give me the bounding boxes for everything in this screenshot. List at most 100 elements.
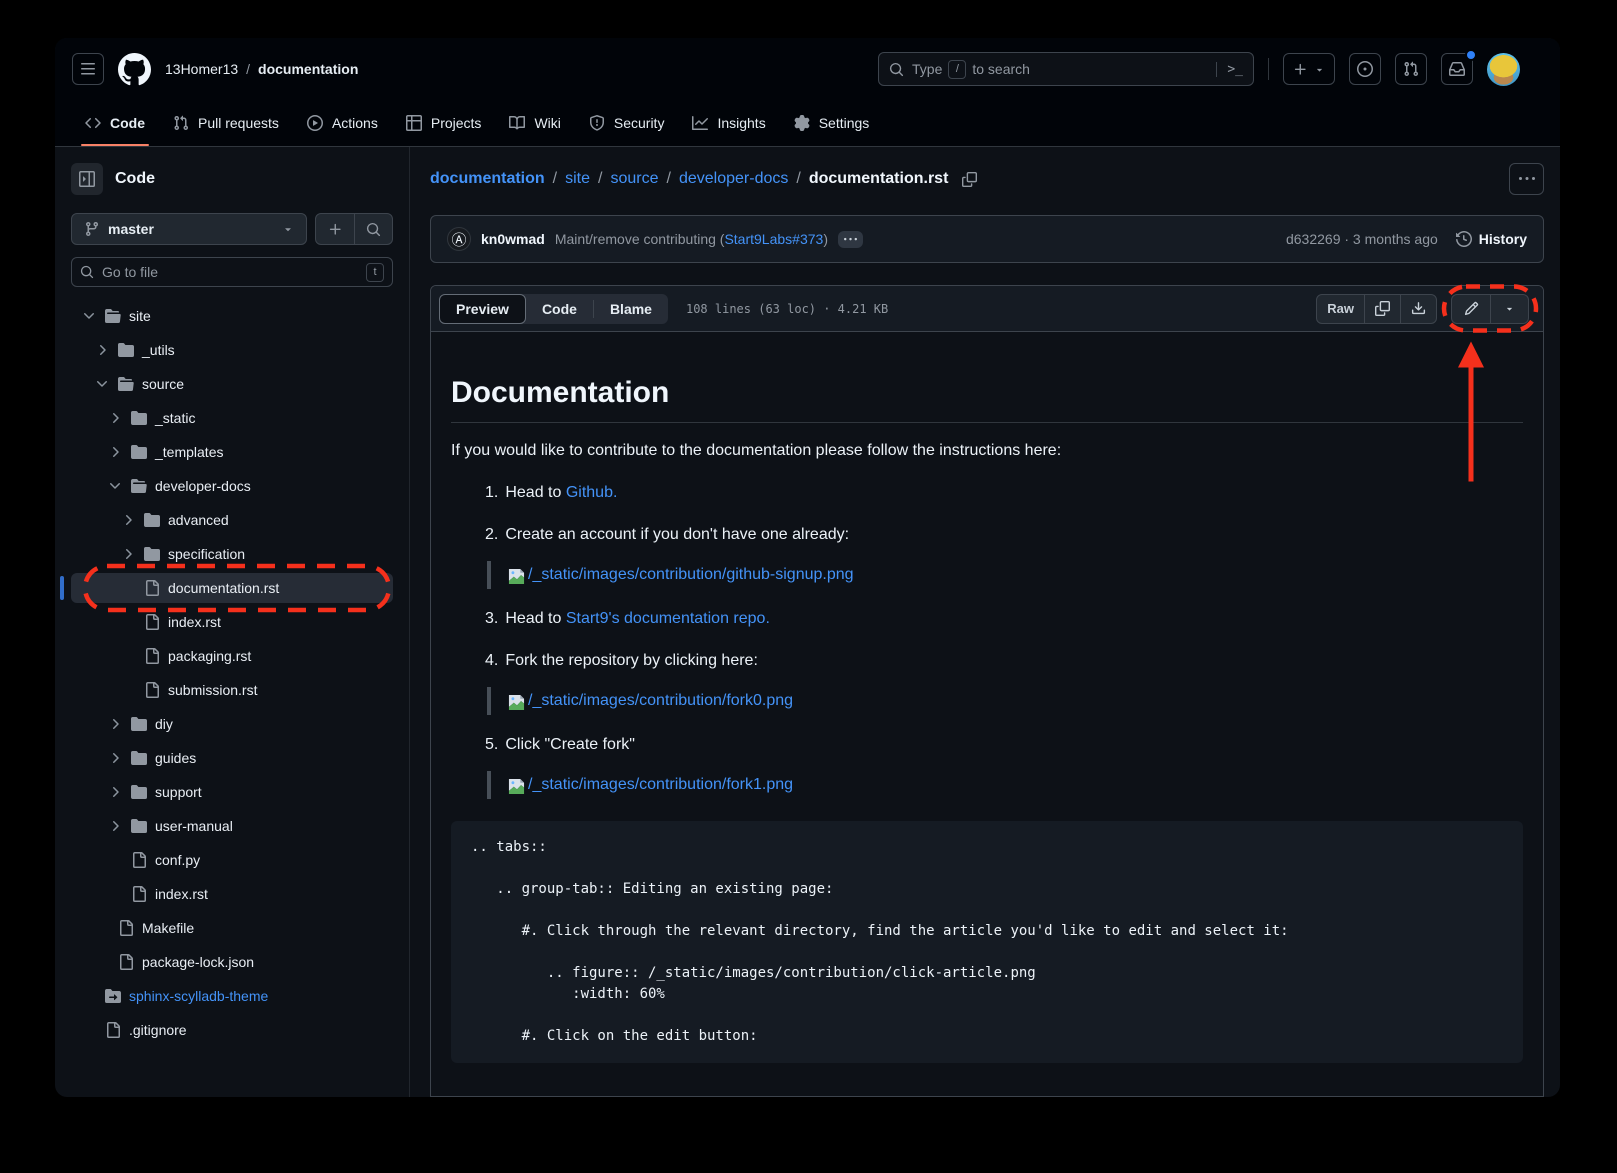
- issue-opened-icon: [1357, 61, 1373, 77]
- folder-icon: [118, 342, 134, 358]
- tree-item--templates[interactable]: _templates: [71, 437, 393, 467]
- commit-sha-and-age[interactable]: d632269 · 3 months ago: [1286, 231, 1438, 247]
- tree-item-support[interactable]: support: [71, 777, 393, 807]
- tree-item-diy[interactable]: diy: [71, 709, 393, 739]
- file-tab-preview[interactable]: Preview: [439, 294, 526, 324]
- tree-item-index-rst[interactable]: index.rst: [71, 879, 393, 909]
- tree-item-label: .gitignore: [129, 1022, 187, 1038]
- tree-item-label: guides: [155, 750, 196, 766]
- tree-item--static[interactable]: _static: [71, 403, 393, 433]
- doc-list-item-text: 5.Click "Create fork": [485, 736, 635, 753]
- document-instructions-list: 1.Head to Github.2.Create an account if …: [451, 481, 1523, 799]
- create-new-button[interactable]: [1283, 53, 1335, 85]
- tab-settings[interactable]: Settings: [780, 100, 884, 146]
- doc-image-link[interactable]: /_static/images/contribution/fork1.png: [507, 775, 793, 795]
- breadcrumb-link-site[interactable]: site: [565, 170, 590, 188]
- search-tree-button[interactable]: [354, 214, 392, 244]
- tab-insights[interactable]: Insights: [678, 100, 779, 146]
- play-icon: [307, 115, 323, 131]
- expand-commit-message-button[interactable]: [838, 231, 863, 248]
- new-file-button[interactable]: [316, 214, 354, 244]
- tree-item-site[interactable]: site: [71, 301, 393, 331]
- folder-icon: [118, 376, 134, 392]
- tree-item-documentation-rst[interactable]: documentation.rst: [71, 573, 393, 603]
- file-icon: [105, 1022, 121, 1038]
- tree-item-guides[interactable]: guides: [71, 743, 393, 773]
- edit-file-button[interactable]: [1452, 295, 1490, 323]
- branch-selector-button[interactable]: master: [71, 213, 307, 245]
- tree-item-index-rst[interactable]: index.rst: [71, 607, 393, 637]
- chevron-right-icon: [107, 784, 123, 800]
- doc-image-link[interactable]: /_static/images/contribution/fork0.png: [507, 691, 793, 711]
- tab-security[interactable]: Security: [575, 100, 679, 146]
- breadcrumb-repo-link[interactable]: documentation: [430, 170, 545, 188]
- tab-label: Insights: [717, 115, 765, 131]
- tab-label: Projects: [431, 115, 482, 131]
- tree-item--gitignore[interactable]: .gitignore: [71, 1015, 393, 1045]
- file-tab-code[interactable]: Code: [526, 294, 593, 324]
- file-tree: site _utilssource _static _templatesdevelop…: [71, 301, 393, 1045]
- breadcrumb-separator: /: [553, 170, 557, 188]
- chevron-down-icon: [94, 376, 110, 392]
- file-tab-blame[interactable]: Blame: [594, 294, 668, 324]
- github-logo[interactable]: [118, 53, 151, 86]
- hamburger-menu-button[interactable]: [72, 53, 104, 85]
- folder-icon: [131, 716, 147, 732]
- breadcrumb-link-source[interactable]: source: [610, 170, 658, 188]
- doc-image-link[interactable]: /_static/images/contribution/github-sign…: [507, 565, 854, 585]
- tree-item-user-manual[interactable]: user-manual: [71, 811, 393, 841]
- pr-icon: [173, 115, 189, 131]
- code-icon: [85, 115, 101, 131]
- copy-file-button[interactable]: [1364, 295, 1400, 323]
- issues-button[interactable]: [1349, 53, 1381, 85]
- commit-pr-link[interactable]: Start9Labs#373: [724, 231, 823, 247]
- tree-item-label: _utils: [142, 342, 175, 358]
- breadcrumb-current-file: documentation.rst: [809, 170, 949, 188]
- raw-button[interactable]: Raw: [1317, 295, 1364, 323]
- doc-inline-link[interactable]: Start9's documentation repo.: [566, 610, 770, 627]
- tree-item-sphinx-scylladb-theme[interactable]: sphinx-scylladb-theme: [71, 981, 393, 1011]
- tab-wiki[interactable]: Wiki: [495, 100, 574, 146]
- repo-owner-link[interactable]: 13Homer13: [165, 61, 238, 77]
- tree-item-specification[interactable]: specification: [71, 539, 393, 569]
- tree-item-Makefile[interactable]: Makefile: [71, 913, 393, 943]
- user-avatar[interactable]: [1487, 53, 1520, 86]
- history-button[interactable]: History: [1456, 231, 1527, 247]
- tab-code[interactable]: Code: [71, 100, 159, 146]
- chevron-right-icon: [120, 512, 136, 528]
- edit-button-group: [1451, 294, 1529, 324]
- pull-requests-button[interactable]: [1395, 53, 1427, 85]
- tree-item-submission-rst[interactable]: submission.rst: [71, 675, 393, 705]
- tree-item-developer-docs[interactable]: developer-docs: [71, 471, 393, 501]
- edit-options-caret-button[interactable]: [1490, 295, 1528, 323]
- go-to-file-input[interactable]: Go to file t: [71, 257, 393, 287]
- tree-item-packaging-rst[interactable]: packaging.rst: [71, 641, 393, 671]
- header-top-row: 13Homer13 / documentation Type / to sear…: [55, 38, 1560, 100]
- tree-item-conf-py[interactable]: conf.py: [71, 845, 393, 875]
- chevron-right-icon: [107, 444, 123, 460]
- page-background: 13Homer13 / documentation Type / to sear…: [0, 0, 1617, 1173]
- tree-item-source[interactable]: source: [71, 369, 393, 399]
- tree-item-package-lock-json[interactable]: package-lock.json: [71, 947, 393, 977]
- download-button[interactable]: [1400, 295, 1436, 323]
- tab-pull-requests[interactable]: Pull requests: [159, 100, 293, 146]
- caret-down-icon: [282, 223, 294, 235]
- copy-icon: [962, 172, 977, 187]
- commit-author-name[interactable]: kn0wmad: [481, 231, 545, 247]
- repo-name-link[interactable]: documentation: [258, 61, 358, 77]
- tree-item-label: packaging.rst: [168, 648, 251, 664]
- command-palette-icon[interactable]: >_: [1216, 62, 1243, 77]
- global-search-input[interactable]: Type / to search >_: [878, 52, 1254, 86]
- header-divider: [1268, 58, 1269, 80]
- doc-inline-link[interactable]: Github.: [566, 484, 618, 501]
- tab-projects[interactable]: Projects: [392, 100, 496, 146]
- collapse-sidebar-button[interactable]: [71, 163, 103, 195]
- tree-item--utils[interactable]: _utils: [71, 335, 393, 365]
- tree-item-advanced[interactable]: advanced: [71, 505, 393, 535]
- rendered-document: Documentation If you would like to contr…: [431, 332, 1543, 1063]
- more-options-button[interactable]: [1509, 163, 1544, 195]
- copy-path-button[interactable]: [962, 172, 977, 187]
- breadcrumb-link-developer-docs[interactable]: developer-docs: [679, 170, 788, 188]
- tab-actions[interactable]: Actions: [293, 100, 392, 146]
- commit-author-avatar[interactable]: Ⓐ: [447, 227, 471, 251]
